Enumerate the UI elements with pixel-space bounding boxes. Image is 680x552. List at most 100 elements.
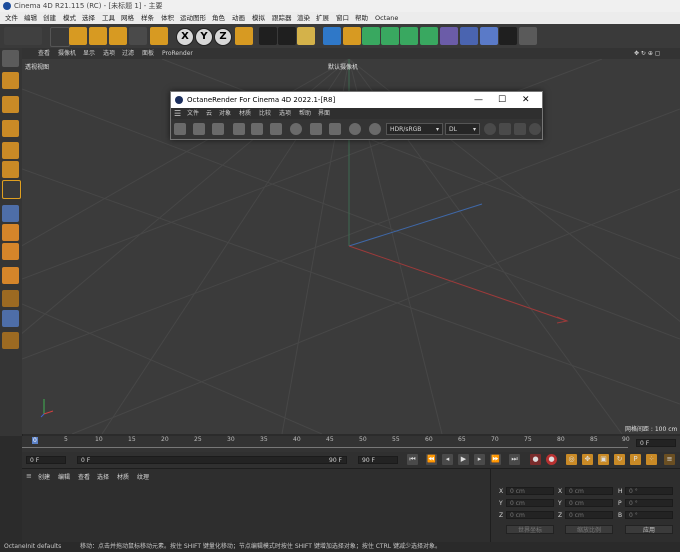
rot-h-field[interactable]: 0 ° (625, 487, 673, 495)
octane-region-icon[interactable] (233, 123, 245, 135)
apply-button[interactable]: 应用 (625, 525, 673, 534)
octane-settings-icon[interactable] (251, 123, 263, 135)
menu-character[interactable]: 角色 (212, 12, 225, 24)
menu-octane[interactable]: Octane (375, 12, 398, 24)
octane-menu-file[interactable]: 文件 (187, 108, 199, 119)
viewport-menu-options[interactable]: 选项 (103, 48, 115, 59)
coordinate-system-icon[interactable] (235, 27, 253, 45)
scale-tool-icon[interactable] (89, 27, 107, 45)
floor-icon[interactable] (480, 27, 498, 45)
menu-select[interactable]: 选择 (82, 12, 95, 24)
octane-menu-materials[interactable]: 材质 (239, 108, 251, 119)
octane-menu-objects[interactable]: 对象 (219, 108, 231, 119)
z-axis-lock-icon[interactable]: Z (214, 28, 232, 46)
camera-icon[interactable] (499, 27, 517, 45)
previous-key-icon[interactable]: ⏪ (426, 454, 437, 465)
key-rotation-icon[interactable]: ↻ (614, 454, 625, 465)
field-icon[interactable] (460, 27, 478, 45)
live-select-icon[interactable] (50, 27, 70, 47)
texture-mode-icon[interactable] (2, 96, 19, 113)
material-menu-create[interactable]: 创建 (38, 472, 50, 481)
y-axis-lock-icon[interactable]: Y (195, 28, 213, 46)
menu-volume[interactable]: 体积 (161, 12, 174, 24)
maximize-icon[interactable]: ☐ (498, 92, 506, 108)
menu-extensions[interactable]: 扩展 (316, 12, 329, 24)
viewport-camera-label[interactable]: 默认摄像机 (328, 62, 358, 71)
octane-hamburger-icon[interactable]: ☰ (174, 108, 181, 119)
material-menu-select[interactable]: 选择 (97, 472, 109, 481)
pen-spline-icon[interactable] (343, 27, 361, 45)
lock-workplane-icon[interactable] (2, 310, 19, 327)
scale-y-field[interactable]: 0 cm (565, 499, 613, 507)
octane-material-icon[interactable] (290, 123, 302, 135)
next-frame-icon[interactable]: ▸ (474, 454, 485, 465)
tweak-icon[interactable] (2, 332, 19, 349)
menu-mesh[interactable]: 网格 (121, 12, 134, 24)
auto-keying-icon[interactable]: ● (546, 454, 557, 465)
menu-mograph[interactable]: 运动图形 (180, 12, 206, 24)
scale-x-field[interactable]: 0 cm (565, 487, 613, 495)
octane-restart-icon[interactable] (193, 123, 205, 135)
scale-z-field[interactable]: 0 cm (565, 511, 613, 519)
rot-p-field[interactable]: 0 ° (625, 499, 673, 507)
point-mode-icon[interactable] (2, 120, 19, 137)
octane-lock-icon[interactable] (270, 123, 282, 135)
timeline-layout-icon[interactable]: ≡ (664, 454, 675, 465)
menu-window[interactable]: 窗口 (336, 12, 349, 24)
material-menu-material[interactable]: 材质 (117, 472, 129, 481)
octane-pause-icon[interactable] (212, 123, 224, 135)
play-icon[interactable]: ▶ (458, 454, 469, 465)
octane-pick-focus-icon[interactable] (349, 123, 361, 135)
polygon-mode-icon[interactable] (2, 161, 19, 178)
next-key-icon[interactable]: ⏩ (490, 454, 501, 465)
octane-film-icon[interactable] (499, 123, 511, 135)
menu-edit[interactable]: 编辑 (24, 12, 37, 24)
octane-camera-icon[interactable] (514, 123, 526, 135)
octane-menu-gui[interactable]: 界面 (318, 108, 330, 119)
menu-create[interactable]: 创建 (43, 12, 56, 24)
viewport-menu-panel[interactable]: 面板 (142, 48, 154, 59)
viewport-menu-prorender[interactable]: ProRender (162, 48, 193, 59)
x-axis-lock-icon[interactable]: X (176, 28, 194, 46)
rot-b-field[interactable]: 0 ° (625, 511, 673, 519)
octane-clay-icon[interactable] (329, 123, 341, 135)
pos-x-field[interactable]: 0 cm (506, 487, 554, 495)
menu-render[interactable]: 渲染 (297, 12, 310, 24)
recent-tool-icon[interactable] (129, 27, 147, 45)
key-scale-icon[interactable]: ▣ (598, 454, 609, 465)
go-to-end-icon[interactable]: ⏭ (509, 454, 520, 465)
close-icon[interactable]: ✕ (522, 92, 530, 108)
solo-icon[interactable] (2, 224, 19, 241)
light-icon[interactable] (519, 27, 537, 45)
octane-menu-cloud[interactable]: 云 (206, 108, 212, 119)
frame-range-slider[interactable]: 0 F 90 F (77, 456, 347, 464)
viewport-menu-cameras[interactable]: 摄像机 (58, 48, 76, 59)
menu-animate[interactable]: 动画 (232, 12, 245, 24)
model-mode-icon[interactable] (2, 72, 19, 89)
menu-mode[interactable]: 模式 (63, 12, 76, 24)
render-to-picture-viewer-icon[interactable] (278, 27, 296, 45)
material-menu-icon[interactable]: ≡ (26, 472, 32, 480)
octane-pick-material-icon[interactable] (369, 123, 381, 135)
snap-icon[interactable] (2, 205, 19, 222)
array-generator-icon[interactable] (381, 27, 399, 45)
menu-file[interactable]: 文件 (5, 12, 18, 24)
key-pla-icon[interactable]: ⁘ (646, 454, 657, 465)
grid-icon[interactable] (2, 290, 19, 307)
cloner-icon[interactable] (400, 27, 418, 45)
coordinate-system-dropdown[interactable]: 世界坐标 (506, 525, 554, 534)
move-tool-icon[interactable] (69, 27, 87, 45)
render-settings-icon[interactable] (297, 27, 315, 45)
workplane-icon[interactable] (2, 267, 19, 284)
cube-primitive-icon[interactable] (323, 27, 341, 45)
pos-z-field[interactable]: 0 cm (506, 511, 554, 519)
octane-dot-icon[interactable] (484, 123, 496, 135)
menu-simulate[interactable]: 模拟 (252, 12, 265, 24)
add-object-icon[interactable] (150, 27, 168, 45)
octane-menu-help[interactable]: 帮助 (299, 108, 311, 119)
scale-mode-dropdown[interactable]: 缩放比例 (565, 525, 613, 534)
octane-menu-compare[interactable]: 比较 (259, 108, 271, 119)
octane-send-scene-icon[interactable] (174, 123, 186, 135)
render-view-icon[interactable] (259, 27, 277, 45)
subdivision-icon[interactable] (362, 27, 380, 45)
